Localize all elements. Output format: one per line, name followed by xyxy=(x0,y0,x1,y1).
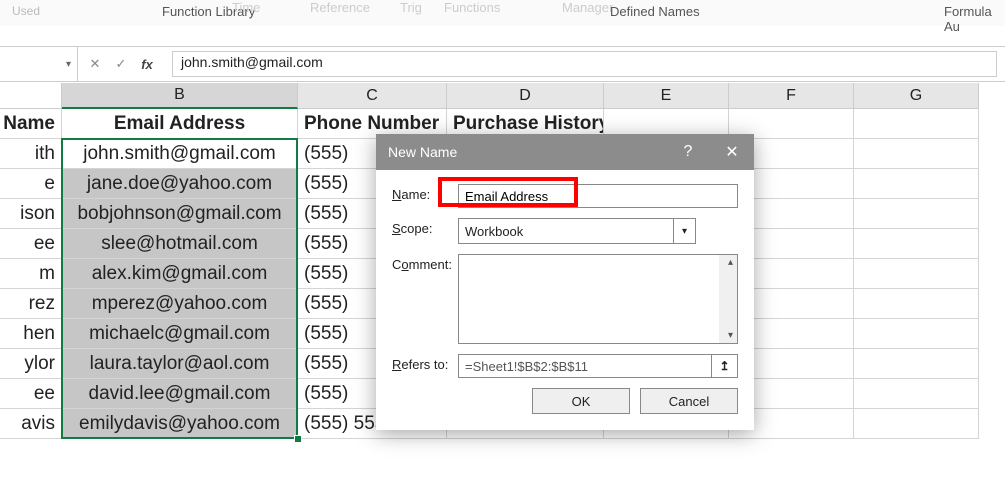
refers-to-input[interactable] xyxy=(458,354,712,378)
cell-a[interactable]: ison xyxy=(0,199,62,229)
new-name-dialog: New Name ? ✕ Name: Scope: Workbook ▾ Com… xyxy=(376,134,754,430)
ribbon-group-formula-auditing-partial: Formula Au xyxy=(944,4,1005,34)
ribbon-manager-partial: Manager xyxy=(562,0,613,15)
dialog-body: Name: Scope: Workbook ▾ Comment: ▴ ▾ Ref… xyxy=(376,170,754,430)
comment-label: Comment: xyxy=(392,254,458,272)
cell-g[interactable] xyxy=(854,349,979,379)
name-label: Name: xyxy=(392,184,458,202)
cell-g1[interactable] xyxy=(854,109,979,139)
refers-to-label: Refers to: xyxy=(392,354,458,372)
scroll-down-icon[interactable]: ▾ xyxy=(728,330,733,341)
column-header-c[interactable]: C xyxy=(298,83,447,109)
cell-g[interactable] xyxy=(854,169,979,199)
cell-a[interactable]: ee xyxy=(0,229,62,259)
name-box[interactable]: ▾ xyxy=(0,47,78,81)
formula-bar-buttons: ✕ ✓ fx xyxy=(78,53,164,75)
insert-function-icon[interactable]: fx xyxy=(136,53,158,75)
cancel-button[interactable]: Cancel xyxy=(640,388,738,414)
ribbon-reference-partial: Reference xyxy=(310,0,370,15)
cell-a[interactable]: avis xyxy=(0,409,62,439)
cell-b[interactable]: mperez@yahoo.com xyxy=(62,289,298,319)
scroll-up-icon[interactable]: ▴ xyxy=(728,257,733,268)
scope-label: Scope: xyxy=(392,218,458,236)
cell-g[interactable] xyxy=(854,259,979,289)
ribbon-time-partial: Time xyxy=(232,0,260,15)
cell-a1[interactable]: Name xyxy=(0,109,62,139)
cell-b[interactable]: emilydavis@yahoo.com xyxy=(62,409,298,439)
ribbon-trig-partial: Trig xyxy=(400,0,422,15)
cell-a[interactable]: hen xyxy=(0,319,62,349)
column-header-f[interactable]: F xyxy=(729,83,854,109)
cell-b[interactable]: jane.doe@yahoo.com xyxy=(62,169,298,199)
name-input[interactable] xyxy=(458,184,738,208)
ribbon-fragment: Used Function Library Time Reference Tri… xyxy=(0,0,1005,26)
cell-b[interactable]: michaelc@gmail.com xyxy=(62,319,298,349)
cell-a[interactable]: ee xyxy=(0,379,62,409)
column-header-b[interactable]: B xyxy=(62,83,298,109)
cell-g[interactable] xyxy=(854,409,979,439)
cell-b1[interactable]: Email Address xyxy=(62,109,298,139)
cell-g[interactable] xyxy=(854,199,979,229)
dialog-title-text: New Name xyxy=(388,144,457,160)
cell-a[interactable]: ith xyxy=(0,139,62,169)
cell-g[interactable] xyxy=(854,319,979,349)
cell-g[interactable] xyxy=(854,139,979,169)
cell-b[interactable]: bobjohnson@gmail.com xyxy=(62,199,298,229)
chevron-down-icon[interactable]: ▾ xyxy=(673,219,695,243)
ribbon-group-defined-names: Defined Names xyxy=(610,4,700,19)
cell-b[interactable]: john.smith@gmail.com xyxy=(62,139,298,169)
scope-select[interactable]: Workbook ▾ xyxy=(458,218,696,244)
cell-b[interactable]: laura.taylor@aol.com xyxy=(62,349,298,379)
dialog-close-button[interactable]: ✕ xyxy=(710,134,754,170)
cell-a[interactable]: rez xyxy=(0,289,62,319)
column-header-d[interactable]: D xyxy=(447,83,604,109)
dialog-titlebar[interactable]: New Name ? ✕ xyxy=(376,134,754,170)
ribbon-recently-used: Used xyxy=(12,4,40,18)
cell-b[interactable]: alex.kim@gmail.com xyxy=(62,259,298,289)
column-header-e[interactable]: E xyxy=(604,83,729,109)
cell-g[interactable] xyxy=(854,229,979,259)
dialog-help-button[interactable]: ? xyxy=(666,134,710,170)
col-a-partial[interactable] xyxy=(0,83,62,109)
cell-g[interactable] xyxy=(854,379,979,409)
cell-g[interactable] xyxy=(854,289,979,319)
cell-a[interactable]: e xyxy=(0,169,62,199)
ok-button[interactable]: OK xyxy=(532,388,630,414)
ribbon-functions-partial: Functions xyxy=(444,0,500,15)
collapse-dialog-icon[interactable]: ↥ xyxy=(712,354,738,378)
comment-scrollbar[interactable]: ▴ ▾ xyxy=(719,255,737,343)
name-box-dropdown-icon[interactable]: ▾ xyxy=(66,59,71,70)
cell-a[interactable]: ylor xyxy=(0,349,62,379)
cell-b[interactable]: slee@hotmail.com xyxy=(62,229,298,259)
column-headers: B C D E F G xyxy=(0,83,1005,109)
cell-b[interactable]: david.lee@gmail.com xyxy=(62,379,298,409)
formula-input[interactable]: john.smith@gmail.com xyxy=(172,51,997,77)
scope-value: Workbook xyxy=(465,224,523,239)
enter-formula-icon[interactable]: ✓ xyxy=(110,53,132,75)
cancel-formula-icon[interactable]: ✕ xyxy=(84,53,106,75)
cell-a[interactable]: m xyxy=(0,259,62,289)
comment-textarea[interactable]: ▴ ▾ xyxy=(458,254,738,344)
column-header-g[interactable]: G xyxy=(854,83,979,109)
formula-bar: ▾ ✕ ✓ fx john.smith@gmail.com xyxy=(0,46,1005,82)
